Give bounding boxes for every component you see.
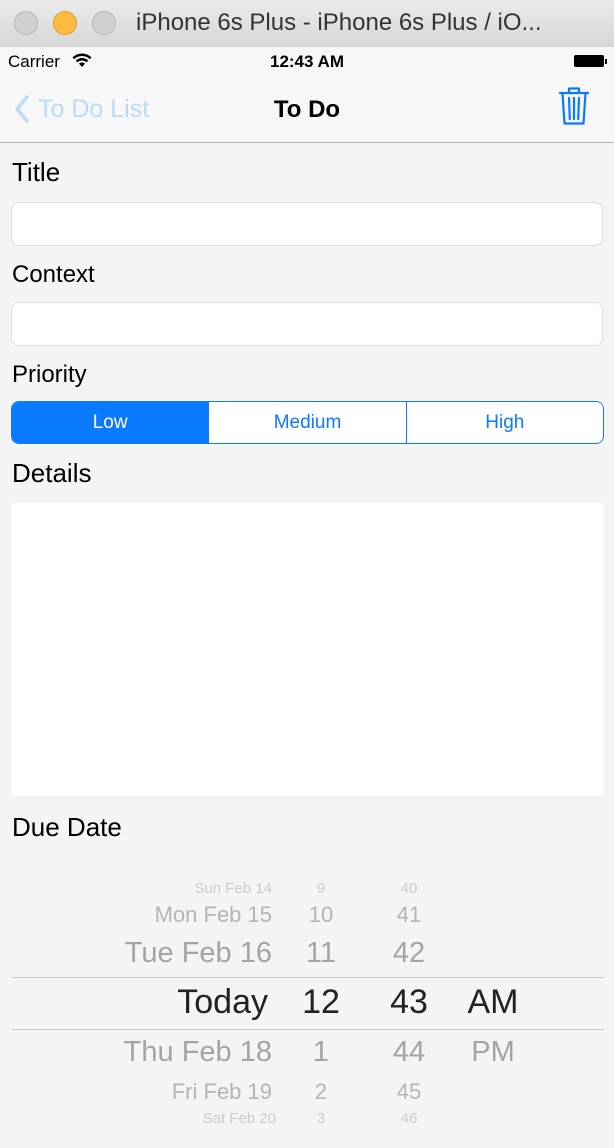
- picker-hour-cell[interactable]: 9: [291, 880, 351, 897]
- window-title: iPhone 6s Plus - iPhone 6s Plus / iO...: [136, 9, 542, 36]
- picker-hour-cell[interactable]: 2: [291, 1079, 351, 1105]
- picker-date-cell[interactable]: Tue Feb 16: [125, 937, 272, 970]
- close-window-button[interactable]: [14, 11, 38, 35]
- priority-low-segment[interactable]: Low: [12, 402, 209, 443]
- details-label: Details: [12, 458, 92, 488]
- status-time: 12:43 AM: [269, 52, 344, 71]
- picker-selection-top-line: [12, 977, 604, 978]
- picker-date-cell[interactable]: Sat Feb 20: [203, 1110, 276, 1127]
- priority-label: Priority: [12, 361, 87, 388]
- trash-icon[interactable]: [558, 86, 590, 126]
- picker-date-cell[interactable]: Sun Feb 14: [194, 880, 272, 897]
- status-bar: Carrier 12:43 AM: [0, 47, 614, 77]
- page-title: To Do: [273, 96, 341, 123]
- picker-date-selected[interactable]: Today: [177, 983, 268, 1022]
- priority-segmented-control: Low Medium High: [11, 401, 604, 444]
- priority-high-segment[interactable]: High: [405, 402, 603, 443]
- minimize-window-button[interactable]: [53, 11, 77, 35]
- picker-period-selected[interactable]: AM: [453, 983, 533, 1022]
- picker-date-cell[interactable]: Fri Feb 19: [172, 1079, 272, 1105]
- picker-minute-cell[interactable]: 46: [374, 1110, 444, 1127]
- picker-minute-cell[interactable]: 40: [374, 880, 444, 897]
- due-date-label: Due Date: [12, 812, 122, 842]
- zoom-window-button[interactable]: [92, 11, 116, 35]
- picker-date-cell[interactable]: Thu Feb 18: [124, 1036, 272, 1069]
- picker-minute-cell[interactable]: 41: [374, 902, 444, 928]
- picker-hour-selected[interactable]: 12: [291, 983, 351, 1022]
- simulator-title-bar: iPhone 6s Plus - iPhone 6s Plus / iO...: [0, 0, 614, 48]
- picker-hour-cell[interactable]: 3: [291, 1110, 351, 1127]
- priority-medium-segment[interactable]: Medium: [208, 402, 406, 443]
- context-field[interactable]: [11, 302, 603, 346]
- details-text-view[interactable]: [11, 503, 604, 796]
- navigation-bar: To Do List To Do: [0, 77, 614, 143]
- title-field[interactable]: [11, 202, 603, 246]
- picker-hour-cell[interactable]: 11: [291, 937, 351, 970]
- battery-icon: [574, 55, 607, 67]
- picker-hour-cell[interactable]: 10: [291, 902, 351, 928]
- picker-date-cell[interactable]: Mon Feb 15: [155, 902, 272, 928]
- due-date-picker[interactable]: Sun Feb 14 Mon Feb 15 Tue Feb 16 Today T…: [0, 870, 614, 1140]
- picker-selection-bottom-line: [12, 1029, 604, 1030]
- picker-period-cell[interactable]: PM: [453, 1036, 533, 1069]
- title-label: Title: [12, 157, 61, 187]
- picker-minute-cell[interactable]: 45: [374, 1079, 444, 1105]
- picker-minute-selected[interactable]: 43: [374, 983, 444, 1022]
- context-label: Context: [12, 261, 95, 288]
- picker-minute-cell[interactable]: 42: [374, 937, 444, 970]
- picker-minute-cell[interactable]: 44: [374, 1036, 444, 1069]
- picker-hour-cell[interactable]: 1: [291, 1036, 351, 1069]
